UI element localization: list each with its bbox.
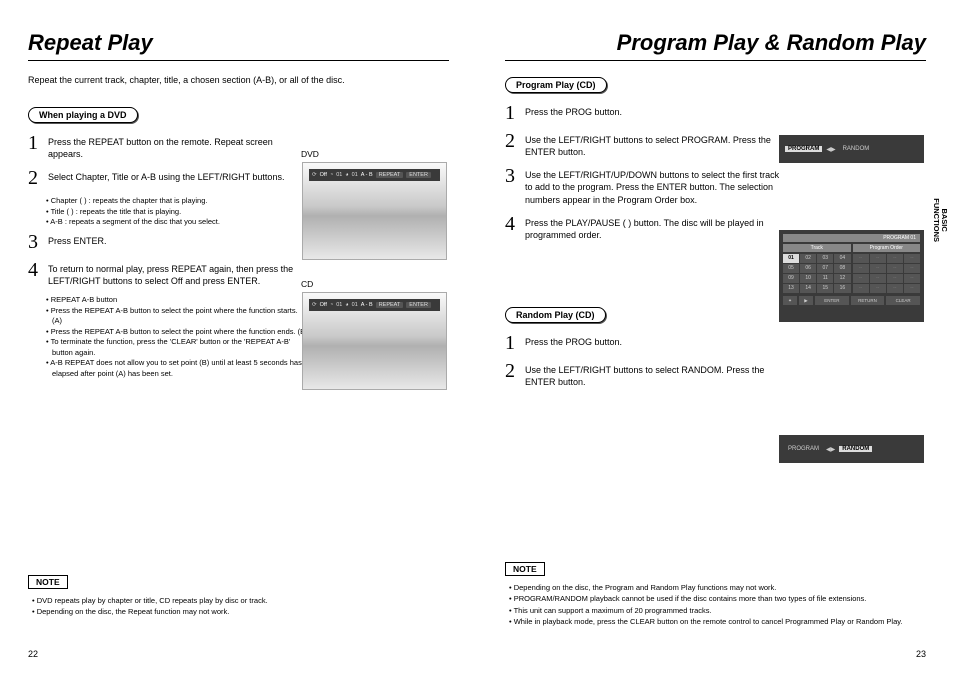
track-icon: ◔ <box>330 302 333 308</box>
track-cell: 06 <box>800 264 816 273</box>
track-cell: 16 <box>834 284 850 293</box>
random-chip: RANDOM <box>840 146 873 152</box>
track-cell: 02 <box>800 254 816 263</box>
step-text: Press the PROG button. <box>525 103 622 123</box>
track-cell: 04 <box>834 254 850 263</box>
step-number: 2 <box>505 131 519 158</box>
chapter-icon: ◔ <box>330 172 333 178</box>
track-cell: 10 <box>800 274 816 283</box>
enter-label: ENTER <box>815 296 849 305</box>
step-number: 1 <box>28 133 42 160</box>
track-cell: 15 <box>817 284 833 293</box>
side-tab: BASICFUNCTIONS <box>932 198 949 242</box>
track-cell: 01 <box>783 254 799 263</box>
note-list: DVD repeats play by chapter or title, CD… <box>32 595 449 618</box>
clear-label: CLEAR <box>886 296 920 305</box>
order-cell: -- <box>887 264 903 273</box>
track-cell: 09 <box>783 274 799 283</box>
play-icon: ▶ <box>799 296 813 305</box>
program-chip: PROGRAM <box>785 446 822 452</box>
track-cell: 12 <box>834 274 850 283</box>
page-number: 23 <box>916 649 926 659</box>
program-select-screenshot: PROGRAM ◀▶ RANDOM <box>779 135 924 163</box>
section-label-program: Program Play (CD) <box>505 77 607 93</box>
step-number: 1 <box>505 103 519 123</box>
program-chip: PROGRAM <box>785 146 822 152</box>
step-number: 4 <box>28 260 42 287</box>
step-number: 3 <box>505 166 519 205</box>
order-cell: -- <box>870 264 886 273</box>
track-col-label: Track <box>783 244 851 252</box>
osd-bar: ⟳ Off ◔01 ◕01 A - B REPEAT ENTER <box>309 299 440 311</box>
track-cell: 13 <box>783 284 799 293</box>
order-cell: -- <box>887 274 903 283</box>
track-cell: 03 <box>817 254 833 263</box>
order-cell: -- <box>870 274 886 283</box>
left-right-icon: ◀▶ <box>826 146 835 153</box>
order-cell: -- <box>870 254 886 263</box>
note-label: NOTE <box>28 575 68 589</box>
step-text: To return to normal play, press REPEAT a… <box>48 260 308 287</box>
section-label-dvd: When playing a DVD <box>28 107 138 123</box>
intro-text: Repeat the current track, chapter, title… <box>28 75 449 85</box>
section-label-random: Random Play (CD) <box>505 307 606 323</box>
step-number: 2 <box>28 168 42 188</box>
order-grid: -------------------------------- <box>853 254 921 293</box>
page-title-right: Program Play & Random Play <box>505 30 926 61</box>
random-chip: RANDOM <box>839 446 872 452</box>
title-icon: ◕ <box>345 172 348 178</box>
order-cell: -- <box>904 284 920 293</box>
track-cell: 07 <box>817 264 833 273</box>
track-cell: 11 <box>817 274 833 283</box>
osd-bar: ⟳ Off ◔01 ◕01 A - B REPEAT ENTER <box>309 169 440 181</box>
step-text: Press the PLAY/PAUSE ( ) button. The dis… <box>525 214 785 241</box>
sublist: REPEAT A-B button Press the REPEAT A-B b… <box>46 295 308 379</box>
order-cell: -- <box>853 274 869 283</box>
step-text: Press ENTER. <box>48 232 107 252</box>
order-cell: -- <box>904 274 920 283</box>
page-title-left: Repeat Play <box>28 30 449 61</box>
repeat-icon: ⟳ <box>312 302 317 308</box>
dvd-screenshot: DVD ⟳ Off ◔01 ◕01 A - B REPEAT ENTER <box>302 162 447 260</box>
panel-label: CD <box>301 279 313 289</box>
step-text: Press the REPEAT button on the remote. R… <box>48 133 308 160</box>
nav-arrows-icon: ✦ <box>783 296 797 305</box>
order-cell: -- <box>870 284 886 293</box>
note-label: NOTE <box>505 562 545 576</box>
disc-icon: ◕ <box>345 302 348 308</box>
left-right-icon: ◀▶ <box>826 446 835 453</box>
track-cell: 14 <box>800 284 816 293</box>
order-cell: -- <box>853 264 869 273</box>
order-cell: -- <box>904 254 920 263</box>
step-number: 2 <box>505 361 519 388</box>
order-cell: -- <box>887 254 903 263</box>
order-col-label: Program Order <box>853 244 921 252</box>
track-grid: 01020304 05060708 09101112 13141516 <box>783 254 851 293</box>
step-number: 3 <box>28 232 42 252</box>
order-cell: -- <box>887 284 903 293</box>
step-number: 1 <box>505 333 519 353</box>
repeat-icon: ⟳ <box>312 172 317 178</box>
track-cell: 08 <box>834 264 850 273</box>
step-text: Use the LEFT/RIGHT buttons to select PRO… <box>525 131 785 158</box>
step-text: Use the LEFT/RIGHT/UP/DOWN buttons to se… <box>525 166 785 205</box>
note-list: Depending on the disc, the Program and R… <box>509 582 926 627</box>
track-cell: 05 <box>783 264 799 273</box>
program-header: PROGRAM 01 <box>783 234 920 242</box>
order-cell: -- <box>904 264 920 273</box>
return-label: RETURN <box>851 296 885 305</box>
order-cell: -- <box>853 284 869 293</box>
panel-label: DVD <box>301 149 319 159</box>
step-text: Select Chapter, Title or A-B using the L… <box>48 168 284 188</box>
random-select-screenshot: PROGRAM ◀▶ RANDOM <box>779 435 924 463</box>
order-cell: -- <box>853 254 869 263</box>
step-text: Press the PROG button. <box>525 333 622 353</box>
step-text: Use the LEFT/RIGHT buttons to select RAN… <box>525 361 785 388</box>
sublist: Chapter ( ) : repeats the chapter that i… <box>46 196 308 228</box>
program-grid-screenshot: PROGRAM 01 Track Program Order 010203040… <box>779 230 924 322</box>
cd-screenshot: CD ⟳ Off ◔01 ◕01 A - B REPEAT ENTER <box>302 292 447 390</box>
step-number: 4 <box>505 214 519 241</box>
page-number: 22 <box>28 649 38 659</box>
